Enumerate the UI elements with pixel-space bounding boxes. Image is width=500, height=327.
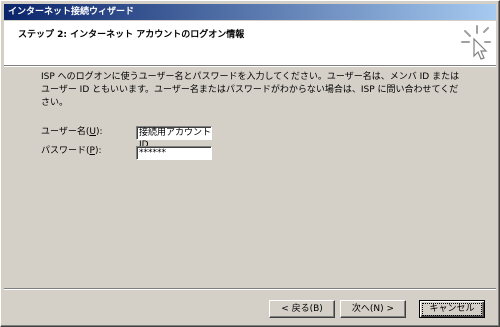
back-button[interactable]: < 戻る(B) bbox=[269, 300, 335, 318]
wizard-window: インターネット接続ウィザード ステップ 2: インターネット アカウントのログオ… bbox=[0, 0, 500, 327]
username-label: ユーザー名(U): bbox=[41, 127, 103, 137]
header-separator bbox=[4, 65, 496, 67]
footer-separator bbox=[4, 288, 496, 290]
instructions-text: ISP へのログオンに使うユーザー名とパスワードを入力してください。ユーザー名は… bbox=[41, 72, 460, 108]
cancel-button-label: キャンセル bbox=[422, 303, 482, 316]
wizard-header: ステップ 2: インターネット アカウントのログオン情報 bbox=[4, 21, 496, 65]
step-title: ステップ 2: インターネット アカウントのログオン情報 bbox=[18, 30, 245, 40]
window-title: インターネット接続ウィザード bbox=[8, 7, 135, 17]
password-label: パスワード(P): bbox=[41, 146, 102, 156]
title-bar[interactable]: インターネット接続ウィザード bbox=[4, 4, 496, 20]
cancel-button[interactable]: キャンセル bbox=[419, 300, 485, 318]
username-input[interactable]: 接続用アカウント ID bbox=[136, 126, 212, 150]
password-input[interactable]: ****** bbox=[136, 146, 212, 160]
next-button[interactable]: 次へ(N) > bbox=[340, 300, 406, 318]
wizard-sparkle-icon bbox=[461, 25, 491, 60]
